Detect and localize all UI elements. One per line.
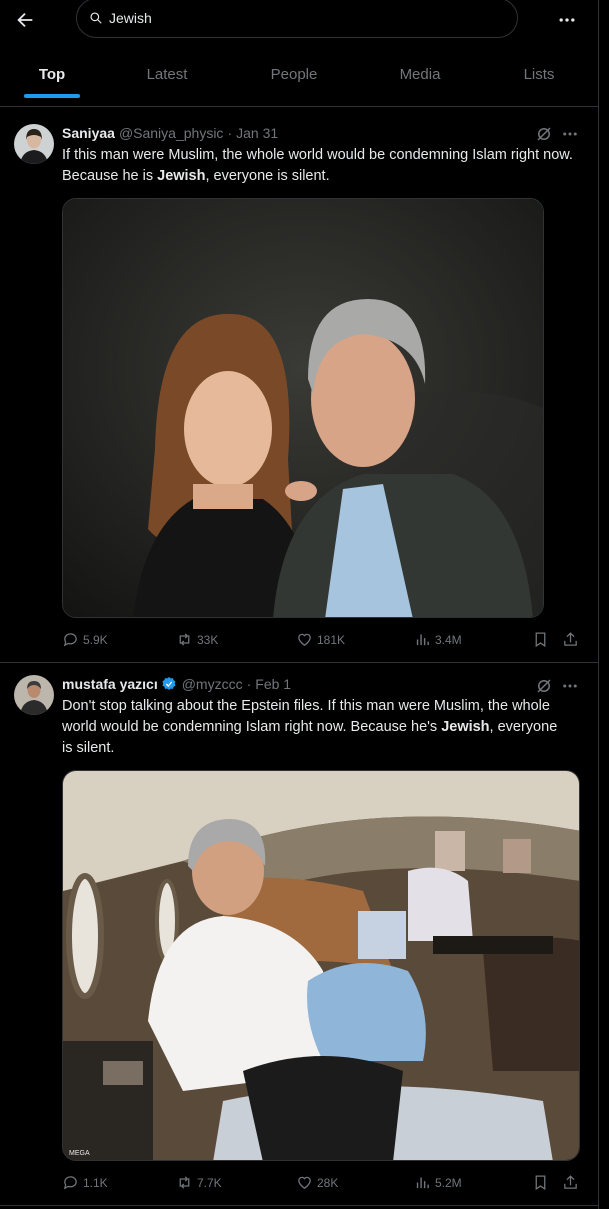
tweet-text: Don't stop talking about the Epstein fil…: [62, 696, 567, 759]
views-count: 5.2M: [435, 1175, 462, 1190]
photo-image: [63, 199, 543, 617]
tweet-divider: [0, 1205, 598, 1206]
display-name[interactable]: mustafa yazıcı: [62, 676, 158, 692]
share-icon[interactable]: [562, 1174, 579, 1191]
tweet-photo[interactable]: [62, 198, 544, 618]
timestamp[interactable]: Feb 1: [255, 676, 291, 692]
views-count: 3.4M: [435, 632, 462, 647]
column-border: [598, 0, 599, 1209]
repost-count: 7.7K: [197, 1175, 222, 1190]
photo-watermark: MEGA: [69, 1150, 90, 1157]
views-icon: [416, 1177, 429, 1189]
active-tab-indicator: [24, 94, 80, 98]
like-count: 181K: [317, 632, 346, 647]
tab-people[interactable]: People: [230, 50, 358, 98]
reply-icon: [63, 1176, 77, 1190]
like-button[interactable]: 28K: [296, 1174, 338, 1191]
share-icon[interactable]: [562, 631, 579, 648]
bookmark-icon[interactable]: [532, 1174, 549, 1191]
tab-lists[interactable]: Lists: [482, 50, 596, 98]
tab-label: People: [270, 65, 318, 83]
separator: ·: [246, 676, 252, 692]
search-box[interactable]: [76, 0, 518, 38]
tab-top[interactable]: Top: [0, 50, 104, 98]
search-highlight: Jewish: [157, 168, 206, 184]
avatar[interactable]: [14, 675, 54, 715]
heart-icon: [298, 633, 311, 646]
tab-label: Latest: [146, 65, 188, 83]
timestamp[interactable]: Jan 31: [236, 125, 278, 141]
tweet-actions: 1.1K 7.7K 28K 5.2M: [62, 1174, 582, 1194]
tab-label: Lists: [523, 65, 555, 83]
display-name[interactable]: Saniyaa: [62, 125, 115, 141]
like-button[interactable]: 181K: [296, 631, 345, 648]
repost-icon: [179, 1176, 190, 1189]
tab-label: Media: [399, 65, 441, 83]
grok-icon[interactable]: [535, 677, 553, 695]
tweet[interactable]: mustafa yazıcı @myzccc · Feb 1 Don't sto…: [0, 663, 598, 1209]
tweet-text: If this man were Muslim, the whole world…: [62, 145, 577, 187]
tweet-text-part: , everyone is silent.: [205, 168, 330, 184]
tab-latest[interactable]: Latest: [104, 50, 230, 98]
reply-count: 5.9K: [83, 632, 108, 647]
handle[interactable]: @myzccc: [182, 676, 243, 692]
repost-icon: [179, 633, 190, 646]
more-dots-icon[interactable]: [556, 10, 578, 30]
views-button[interactable]: 5.2M: [414, 1174, 462, 1191]
search-input[interactable]: [109, 10, 489, 26]
tab-media[interactable]: Media: [358, 50, 482, 98]
views-icon: [416, 634, 429, 646]
search-icon: [90, 12, 102, 24]
photo-image: MEGA: [63, 771, 579, 1160]
handle[interactable]: @Saniya_physic: [119, 125, 224, 141]
reply-icon: [63, 633, 77, 647]
reply-button[interactable]: 5.9K: [62, 631, 108, 648]
reply-button[interactable]: 1.1K: [62, 1174, 108, 1191]
top-bar: [0, 0, 609, 42]
views-button[interactable]: 3.4M: [414, 631, 462, 648]
reply-count: 1.1K: [83, 1175, 108, 1190]
avatar[interactable]: [14, 124, 54, 164]
like-count: 28K: [317, 1175, 339, 1190]
search-highlight: Jewish: [441, 719, 490, 735]
more-dots-icon[interactable]: [561, 125, 579, 143]
tweet-actions: 5.9K 33K 181K 3.4M: [62, 631, 582, 651]
more-dots-icon[interactable]: [561, 677, 579, 695]
repost-button[interactable]: 7.7K: [176, 1174, 222, 1191]
verified-badge-icon: [162, 677, 176, 690]
tweet[interactable]: Saniyaa @Saniya_physic · Jan 31 If this …: [0, 107, 598, 662]
tab-label: Top: [38, 65, 66, 83]
grok-icon[interactable]: [535, 125, 553, 143]
repost-count: 33K: [197, 632, 219, 647]
tweet-header: mustafa yazıcı @myzccc · Feb 1: [62, 676, 291, 692]
repost-button[interactable]: 33K: [176, 631, 218, 648]
tweet-photo[interactable]: MEGA: [62, 770, 580, 1161]
bookmark-icon[interactable]: [532, 631, 549, 648]
search-tabs: Top Latest People Media Lists: [0, 50, 600, 98]
arrow-left-icon[interactable]: [14, 9, 36, 31]
heart-icon: [298, 1176, 311, 1189]
separator: ·: [227, 125, 233, 141]
tweet-header: Saniyaa @Saniya_physic · Jan 31: [62, 125, 278, 141]
